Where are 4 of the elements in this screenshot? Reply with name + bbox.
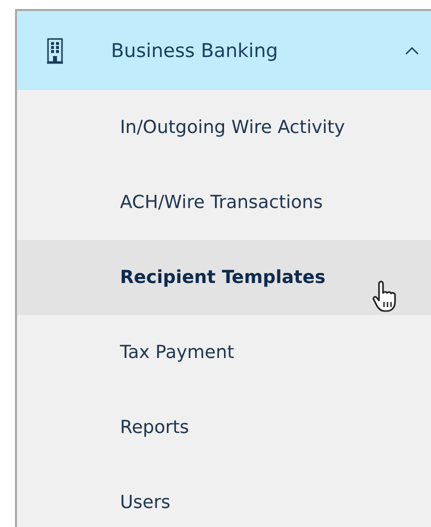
building-icon (47, 38, 63, 64)
menu-title: Business Banking (111, 40, 279, 62)
menu-item[interactable]: Recipient Templates (17, 240, 431, 315)
menu-header[interactable]: Business Banking (17, 11, 431, 90)
